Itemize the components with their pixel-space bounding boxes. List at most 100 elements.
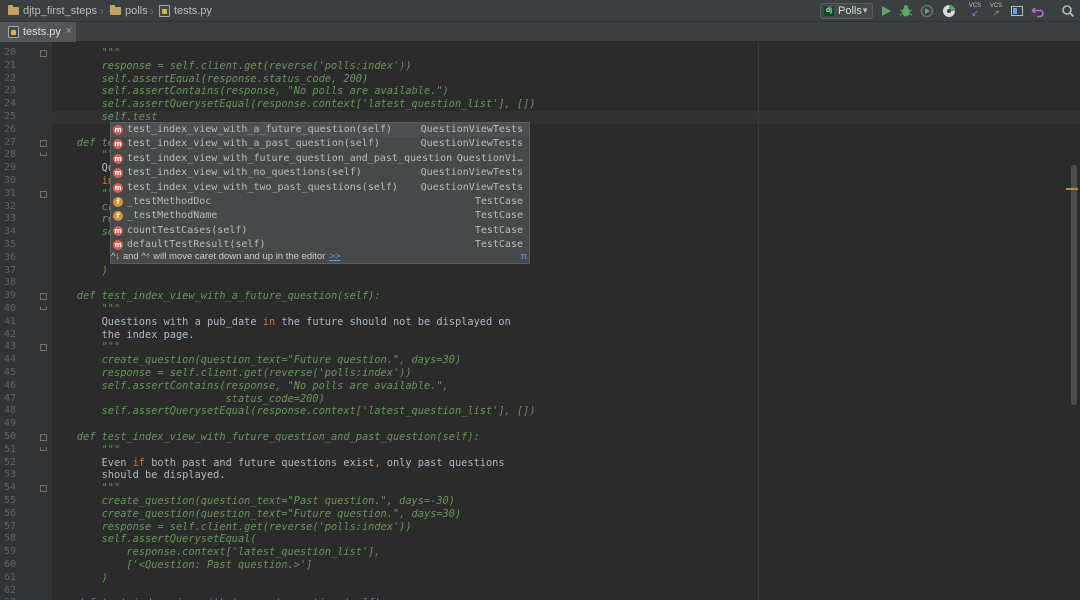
fold-marker-icon[interactable] (40, 344, 47, 352)
line-number: 47 (4, 392, 17, 404)
completion-item-name: test_index_view_with_future_question_and… (127, 152, 453, 164)
code-text: """ (101, 482, 121, 495)
python-file-icon (8, 26, 19, 38)
line-number: 38 (4, 277, 17, 289)
code-text: self.assertQuerysetEqual(response.contex… (52, 405, 536, 418)
scrollbar-warning-marker (1066, 188, 1078, 190)
completion-item[interactable]: m defaultTestResult(self) TestCase (111, 238, 529, 252)
breadcrumb-project-label: djtp_first_steps (23, 5, 97, 17)
debug-icon[interactable] (899, 4, 913, 18)
line-number: 24 (4, 98, 17, 110)
code-line: 46 self.assertContains(response, "No pol… (0, 380, 1080, 393)
completion-item[interactable]: m countTestCases(self) TestCase (111, 224, 529, 238)
code-text: create_question(question_text="Future qu… (52, 507, 462, 520)
code-line: 58 self.assertQuerysetEqual( (0, 533, 1080, 546)
code-text: Even if both past and future questions e… (52, 456, 505, 469)
run-icon[interactable] (879, 4, 893, 18)
fold-marker-icon[interactable] (40, 139, 47, 147)
code-text: """ (101, 341, 121, 354)
code-line: 42 the index page. (0, 329, 1080, 342)
code-line: 40 """ (0, 303, 1080, 316)
line-number: 29 (4, 162, 17, 174)
code-line: 61 ) (0, 572, 1080, 585)
fold-marker-icon[interactable] (40, 306, 47, 310)
compare-icon[interactable] (1010, 4, 1024, 18)
tab-label: tests.py (23, 26, 61, 38)
completion-item[interactable]: m test_index_view_with_future_question_an… (111, 152, 529, 166)
completion-item-class: TestCase (474, 239, 523, 251)
line-number: 40 (4, 303, 17, 314)
fold-marker-icon[interactable] (40, 446, 47, 451)
profile-icon[interactable] (942, 4, 956, 18)
code-text: def test_index_view_with_future_question… (52, 431, 480, 443)
line-number: 58 (4, 533, 17, 545)
fold-marker-icon[interactable] (40, 50, 47, 57)
completion-item[interactable]: m test_index_view_with_two_past_questions… (111, 181, 529, 195)
code-text: the index page. (52, 328, 195, 341)
code-line: 23 self.assertContains(response, "No pol… (0, 85, 1080, 98)
right-margin-guide (758, 42, 759, 600)
line-number: 20 (4, 47, 17, 58)
completion-item-class: TestCase (474, 224, 523, 236)
completion-item[interactable]: m test_index_view_with_no_questions(self)… (111, 166, 529, 180)
line-number: 21 (4, 59, 17, 71)
undo-icon[interactable] (1031, 4, 1045, 18)
code-line: 41 Questions with a pub_date in the futu… (0, 316, 1080, 329)
code-text: """ (101, 303, 121, 315)
line-number: 36 (4, 251, 17, 263)
fold-marker-icon[interactable] (40, 434, 47, 441)
code-text: in (101, 175, 115, 187)
completion-item[interactable]: m test_index_view_with_a_future_question(… (111, 123, 529, 138)
line-number: 48 (4, 405, 17, 417)
code-text: def test_index_view_with_a_future_questi… (52, 290, 381, 303)
code-line: 50 def test_index_view_with_future_quest… (0, 431, 1080, 444)
pi-icon[interactable]: π (520, 251, 527, 263)
completion-item-name: countTestCases(self) (127, 224, 248, 236)
line-number: 52 (4, 456, 17, 468)
completion-item-name: test_index_view_with_no_questions(self) (127, 167, 362, 179)
run-configuration-select[interactable]: dj Polls ▼ (820, 3, 873, 19)
close-icon[interactable]: × (66, 25, 72, 37)
code-line: 55 create_question(question_text="Past q… (0, 495, 1080, 508)
fold-marker-icon[interactable] (40, 293, 47, 301)
completion-item-class: QuestionViewTests (420, 181, 523, 193)
scrollbar-thumb[interactable] (1071, 165, 1077, 405)
code-line: 20 """ (0, 47, 1080, 60)
completion-item[interactable]: f _testMethodName TestCase (111, 209, 529, 223)
code-line: 53 should be displayed. (0, 469, 1080, 482)
navigation-bar: djtp_first_steps › polls › tests.py dj P… (0, 0, 1080, 22)
run-with-coverage-icon[interactable] (920, 4, 934, 18)
line-number: 30 (4, 175, 17, 186)
completion-item-class: TestCase (474, 210, 523, 222)
breadcrumb-folder[interactable]: polls (110, 0, 148, 22)
code-text: create_question(question_text="Future qu… (52, 354, 462, 367)
fold-marker-icon[interactable] (40, 485, 47, 493)
fold-marker-icon[interactable] (40, 152, 47, 157)
tab-tests-py[interactable]: tests.py × (0, 22, 76, 42)
line-number: 61 (4, 571, 17, 583)
vcs-commit-icon[interactable]: VCS ↗ (988, 3, 1004, 19)
django-icon: dj (824, 6, 834, 16)
completion-hint-text: ^↓ and ^↑ will move caret down and up in… (111, 251, 326, 262)
search-icon[interactable] (1061, 4, 1075, 18)
fold-marker-icon[interactable] (40, 190, 47, 198)
completion-item-name: defaultTestResult(self) (127, 239, 266, 251)
breadcrumb-project[interactable]: djtp_first_steps (8, 0, 97, 22)
vcs-update-icon[interactable]: VCS ↙ (967, 3, 983, 19)
method-icon: m (113, 240, 123, 251)
breadcrumb-file[interactable]: tests.py (159, 0, 212, 22)
completion-more-link[interactable]: >> (329, 251, 340, 262)
line-number: 39 (4, 290, 17, 302)
line-number: 51 (4, 443, 17, 455)
folder-icon (110, 5, 121, 15)
completion-item[interactable]: m test_index_view_with_a_past_question(se… (111, 137, 529, 151)
code-line: 52 Even if both past and future question… (0, 457, 1080, 470)
completion-item[interactable]: f _testMethodDoc TestCase (111, 195, 529, 209)
method-icon: m (113, 153, 123, 164)
completion-hint: ^↓ and ^↑ will move caret down and up in… (111, 251, 529, 263)
code-text: self.assertQuerysetEqual(response.contex… (52, 98, 536, 111)
code-line: 39 def test_index_view_with_a_future_que… (0, 290, 1080, 303)
field-icon: f (113, 197, 123, 207)
code-text: ) (52, 264, 108, 277)
line-number: 31 (4, 187, 17, 199)
